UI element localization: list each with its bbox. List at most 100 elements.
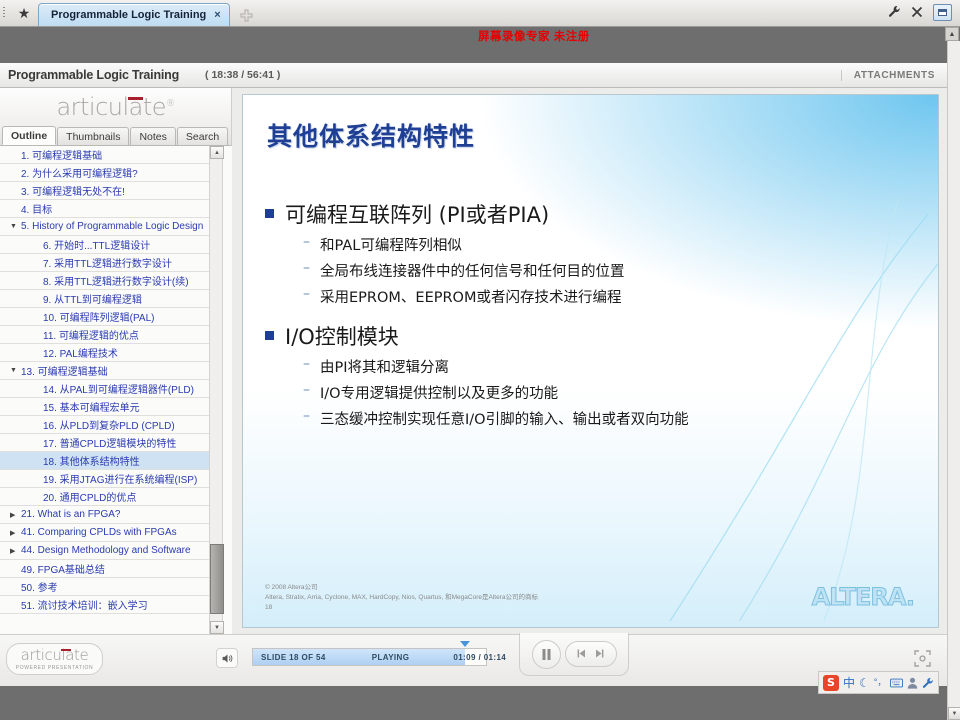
next-button[interactable] xyxy=(594,649,604,660)
slide-number: 18 xyxy=(265,603,273,611)
outline-item[interactable]: ▶ 41. Comparing CPLDs with FPGAs xyxy=(0,524,217,542)
outline-item[interactable]: 18. 其他体系结构特性 xyxy=(0,452,217,470)
articulate-logo: articulate® xyxy=(0,88,231,126)
outline-item-label: 15. 基本可编程宏单元 xyxy=(43,403,140,414)
outline-item[interactable]: 4. 目标 xyxy=(0,200,217,218)
outline-item[interactable]: 50. 参考 xyxy=(0,578,217,596)
slide-bullets: 可编程互联阵列 (PI或者PIA) – 和PAL可编程阵列相似 – 全局布线连接器件中的… xyxy=(265,185,908,429)
sidebar-tab-search[interactable]: Search xyxy=(176,127,229,145)
outline-item[interactable]: 14. 从PAL到可编程逻辑器件(PLD) xyxy=(0,380,217,398)
sidebar-tabs: Outline Thumbnails Notes Search xyxy=(0,126,231,146)
slide-bullet-level1: I/O控制模块 xyxy=(265,321,908,351)
slide-counter-label: SLIDE 18 OF 54 xyxy=(261,652,326,662)
transport-controls xyxy=(519,633,629,676)
outline-item-label: 16. 从PLD到复杂PLD (CPLD) xyxy=(43,421,175,432)
badge-subtitle: POWERED PRESENTATION xyxy=(15,664,94,671)
fullscreen-icon xyxy=(913,650,931,667)
favorites-star-icon[interactable]: ★ xyxy=(10,0,38,26)
chevron-down-icon[interactable]: ▼ xyxy=(10,367,20,374)
outline-item[interactable]: 16. 从PLD到复杂PLD (CPLD) xyxy=(0,416,217,434)
chevron-right-icon[interactable]: ▶ xyxy=(10,529,20,537)
seek-bar[interactable]: SLIDE 18 OF 54 PLAYING 01:09 / 01:14 xyxy=(252,641,506,666)
sidebar-tab-notes[interactable]: Notes xyxy=(130,127,176,145)
logo-accent-bar xyxy=(128,97,144,100)
slide-bullet-level2: – 全局布线连接器件中的任何信号和任何目的位置 xyxy=(303,260,908,281)
outline-item[interactable]: 7. 采用TTL逻辑进行数字设计 xyxy=(0,254,217,272)
new-tab-icon[interactable] xyxy=(236,4,258,26)
outline-scroll-down-arrow[interactable]: ▼ xyxy=(210,621,224,634)
chevron-right-icon[interactable]: ▶ xyxy=(10,511,20,519)
outline-item-label: 49. FPGA基础总结 xyxy=(21,565,105,576)
outline-item[interactable]: 3. 可编程逻辑无处不在! xyxy=(0,182,217,200)
sidebar-tab-thumbnails[interactable]: Thumbnails xyxy=(57,127,130,145)
articulate-logo-text: articulate xyxy=(56,93,167,121)
ime-user-icon[interactable] xyxy=(907,677,918,689)
ime-language-mode[interactable]: 中 xyxy=(843,677,855,689)
page-scrollbar[interactable]: ▼ xyxy=(947,41,960,720)
outline-item[interactable]: 49. FPGA基础总结 xyxy=(0,560,217,578)
ime-tools-icon[interactable] xyxy=(922,677,934,689)
outline-item-label: 1. 可编程逻辑基础 xyxy=(21,151,103,162)
attachments-button[interactable]: ATTACHMENTS xyxy=(840,69,935,81)
bullet-dash-icon: – xyxy=(303,286,310,302)
outline-item[interactable]: 8. 采用TTL逻辑进行数字设计(续) xyxy=(0,272,217,290)
outline-item[interactable]: 9. 从TTL到可编程逻辑 xyxy=(0,290,217,308)
tab-close-icon[interactable]: × xyxy=(214,9,220,21)
app-root: ★ Programmable Logic Training × 屏幕录像专家 未… xyxy=(0,0,960,720)
bullet-dash-icon: – xyxy=(303,382,310,398)
outline-scrollbar[interactable]: ▲ ▼ xyxy=(209,146,224,634)
fullscreen-button[interactable] xyxy=(911,648,933,669)
sogou-logo-icon[interactable]: S xyxy=(823,674,839,691)
bullet-dash-icon: – xyxy=(303,356,310,372)
restore-window-icon[interactable] xyxy=(933,4,952,21)
outline-item[interactable]: 10. 可编程阵列逻辑(PAL) xyxy=(0,308,217,326)
outline-panel: 1. 可编程逻辑基础 2. 为什么采用可编程逻辑? 3. 可编程逻辑无处不在! 4. … xyxy=(0,146,232,634)
slide-bullet-level2-label: 三态缓冲控制实现任意I/O引脚的输入、输出或者双向功能 xyxy=(320,412,689,428)
chevron-down-icon[interactable]: ▼ xyxy=(10,223,20,230)
outline-scroll-up-arrow[interactable]: ▲ xyxy=(210,146,224,159)
slide-bullet-level2-label: 采用EPROM、EEPROM或者闪存技术进行编程 xyxy=(320,290,622,306)
browser-titlebar: ★ Programmable Logic Training × xyxy=(0,0,960,27)
previous-button[interactable] xyxy=(577,649,587,660)
outline-item[interactable]: 12. PAL编程技术 xyxy=(0,344,217,362)
outline-item[interactable]: ▼ 13. 可编程逻辑基础 xyxy=(0,362,217,380)
ime-moon-icon[interactable]: ☾ xyxy=(859,677,870,689)
wrench-icon[interactable] xyxy=(888,5,901,20)
badge-accent-bar xyxy=(61,648,72,651)
player-header: Programmable Logic Training ( 18:38 / 56… xyxy=(0,63,947,88)
close-window-icon[interactable] xyxy=(911,6,923,20)
outline-item[interactable]: 17. 普通CPLD逻辑模块的特性 xyxy=(0,434,217,452)
outline-item[interactable]: 2. 为什么采用可编程逻辑? xyxy=(0,164,217,182)
outline-item[interactable]: 1. 可编程逻辑基础 xyxy=(0,146,217,164)
speaker-icon xyxy=(222,653,232,663)
chevron-right-icon[interactable]: ▶ xyxy=(10,547,20,555)
slide-bullet-level1-label: 可编程互联阵列 (PI或者PIA) xyxy=(285,203,550,227)
seek-playhead[interactable] xyxy=(460,641,471,647)
outline-scroll-thumb[interactable] xyxy=(210,544,224,614)
outline-item[interactable]: 51. 流讨技术培训：嵌入学习 xyxy=(0,596,217,614)
sidebar-tab-outline[interactable]: Outline xyxy=(2,126,57,145)
outline-item[interactable]: 6. 开始时...TTL逻辑设计 xyxy=(0,236,217,254)
pause-button[interactable] xyxy=(531,639,561,669)
outline-item[interactable]: ▶ 21. What is an FPGA? xyxy=(0,506,217,524)
browser-tab[interactable]: Programmable Logic Training × xyxy=(38,3,230,26)
outline-item[interactable]: ▼ 5. History of Programmable Logic Design xyxy=(0,218,217,236)
ime-keyboard-icon[interactable] xyxy=(890,678,904,688)
page-scroll-up-arrow[interactable]: ▲ xyxy=(945,27,959,41)
outline-item[interactable]: 15. 基本可编程宏单元 xyxy=(0,398,217,416)
articulate-powered-badge: articulate POWERED PRESENTATION xyxy=(6,643,103,675)
outline-item-label: 51. 流讨技术培训：嵌入学习 xyxy=(21,601,148,612)
outline-item-label: 44. Design Methodology and Software xyxy=(21,545,191,556)
outline-item[interactable]: 19. 采用JTAG进行在系统编程(ISP) xyxy=(0,470,217,488)
bullet-square-icon xyxy=(265,331,274,340)
outline-item[interactable]: 11. 可编程逻辑的优点 xyxy=(0,326,217,344)
bullet-dash-icon: – xyxy=(303,234,310,250)
volume-button[interactable] xyxy=(216,648,238,668)
page-scroll-down-arrow[interactable]: ▼ xyxy=(948,707,960,720)
outline-item[interactable]: 20. 通用CPLD的优点 xyxy=(0,488,217,506)
outline-item[interactable]: ▶ 44. Design Methodology and Software xyxy=(0,542,217,560)
ime-punctuation-icon[interactable]: °， xyxy=(874,678,887,687)
bullet-dash-icon: – xyxy=(303,408,310,424)
copyright-line: © 2008 Altera公司 xyxy=(265,583,318,591)
trademark-line: Altera, Stratix, Arria, Cyclone, MAX, Ha… xyxy=(265,593,538,601)
